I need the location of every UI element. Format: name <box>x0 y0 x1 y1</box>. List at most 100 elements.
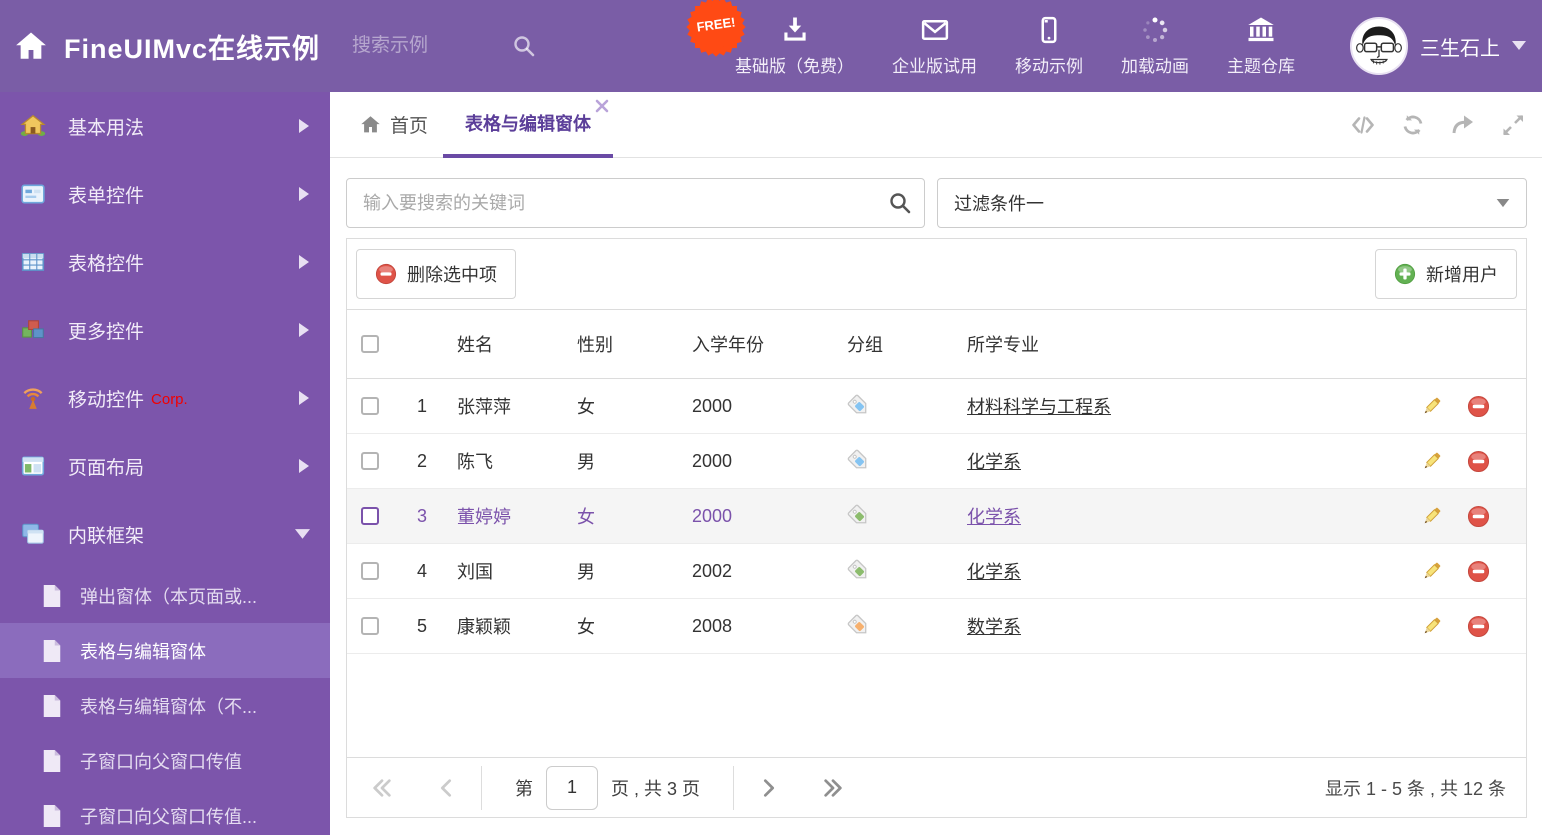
table-row[interactable]: 1 张萍萍 女 2000 材料科学与工程系 <box>347 379 1526 434</box>
search-icon[interactable] <box>512 34 536 58</box>
app-window: FineUIMvc在线示例 FREE! 基础版（免费） 企业版试用 移动示例 <box>0 0 1542 835</box>
edit-icon[interactable] <box>1420 450 1443 473</box>
delete-icon[interactable] <box>1467 615 1490 638</box>
page-label-prefix: 第 <box>515 778 533 799</box>
delete-icon[interactable] <box>1467 505 1490 528</box>
select-all-checkbox[interactable] <box>361 335 379 353</box>
brand[interactable]: FineUIMvc在线示例 <box>0 27 320 66</box>
table-row[interactable]: 2 陈飞 男 2000 化学系 <box>347 434 1526 489</box>
envelope-icon <box>921 20 948 40</box>
row-number: 3 <box>416 505 427 526</box>
row-checkbox[interactable] <box>361 507 379 525</box>
row-gender: 男 <box>577 452 595 472</box>
prev-page-button[interactable] <box>431 775 461 801</box>
tag-icon <box>847 559 871 583</box>
edit-icon[interactable] <box>1420 505 1443 528</box>
sidebar-item-more-controls[interactable]: 更多控件 <box>0 296 330 364</box>
cubes-icon <box>22 320 44 339</box>
chevron-right-icon <box>298 459 310 473</box>
table-row[interactable]: 4 刘国 男 2002 化学系 <box>347 544 1526 599</box>
major-link[interactable]: 数学系 <box>967 613 1021 639</box>
row-year: 2002 <box>692 560 733 581</box>
sidebar-item-label: 内联框架 <box>68 525 145 547</box>
sidebar-item-inline-frames[interactable]: 内联框架 <box>0 500 330 568</box>
table-row[interactable]: 5 康颖颖 女 2008 数学系 <box>347 599 1526 654</box>
nav-label: 加载动画 <box>1121 57 1189 76</box>
phone-icon <box>1041 16 1057 44</box>
row-checkbox[interactable] <box>361 562 379 580</box>
sidebar-item-page-layout[interactable]: 页面布局 <box>0 432 330 500</box>
sidebar-subitem-child-to-parent[interactable]: 子窗口向父窗口传值 <box>0 733 330 788</box>
table-row[interactable]: 3 董婷婷 女 2000 化学系 <box>347 489 1526 544</box>
nav-basic-edition[interactable]: 基础版（免费） <box>735 15 854 77</box>
major-link[interactable]: 材料科学与工程系 <box>967 393 1111 419</box>
tab-grid-edit-window[interactable]: 表格与编辑窗体 <box>443 92 614 158</box>
file-icon <box>42 695 62 717</box>
nav-enterprise-trial[interactable]: 企业版试用 <box>892 15 977 77</box>
filter-dropdown[interactable]: 过滤条件一 <box>937 178 1527 228</box>
share-icon[interactable] <box>1450 112 1476 138</box>
major-link[interactable]: 化学系 <box>967 448 1021 474</box>
major-link[interactable]: 化学系 <box>967 558 1021 584</box>
col-group: 分组 <box>847 335 883 355</box>
delete-icon[interactable] <box>1467 395 1490 418</box>
row-year: 2008 <box>692 615 733 636</box>
sidebar-subitem-grid-edit-window[interactable]: 表格与编辑窗体 <box>0 623 330 678</box>
corp-badge: Corp. <box>151 391 188 408</box>
close-icon[interactable] <box>595 99 609 113</box>
expand-icon[interactable] <box>1500 112 1526 138</box>
sidebar-item-mobile-controls[interactable]: 移动控件 Corp. <box>0 364 330 432</box>
code-icon[interactable] <box>1350 112 1376 138</box>
wireless-icon <box>23 388 43 409</box>
chevron-right-icon <box>758 777 780 799</box>
keyword-search-input[interactable] <box>346 178 925 228</box>
search-icon[interactable] <box>888 191 912 215</box>
col-actions <box>1396 310 1526 378</box>
chevron-down-icon <box>295 529 310 540</box>
double-chevron-left-icon <box>371 777 393 799</box>
edit-icon[interactable] <box>1420 615 1443 638</box>
sidebar-subitem-grid-edit-window-2[interactable]: 表格与编辑窗体（不... <box>0 678 330 733</box>
sidebar-item-basic-usage[interactable]: 基本用法 <box>0 92 330 160</box>
refresh-icon[interactable] <box>1400 112 1426 138</box>
row-checkbox[interactable] <box>361 452 379 470</box>
user-menu[interactable]: 三生石上 <box>1350 0 1526 92</box>
delete-icon[interactable] <box>1467 560 1490 583</box>
add-user-button[interactable]: 新增用户 <box>1375 249 1517 299</box>
home-icon <box>360 114 381 135</box>
edit-icon[interactable] <box>1420 395 1443 418</box>
tab-bar: 首页 表格与编辑窗体 <box>330 92 1542 158</box>
delete-selected-label: 删除选中项 <box>407 265 497 285</box>
nav-label: 基础版（免费） <box>735 57 854 76</box>
delete-icon[interactable] <box>1467 450 1490 473</box>
first-page-button[interactable] <box>367 775 397 801</box>
sidebar-item-grid-controls[interactable]: 表格控件 <box>0 228 330 296</box>
header-nav: 基础版（免费） 企业版试用 移动示例 加载动画 主题仓库 <box>735 0 1295 92</box>
tab-tools <box>1350 112 1542 138</box>
next-page-button[interactable] <box>754 775 784 801</box>
tab-home[interactable]: 首页 <box>346 111 428 138</box>
sidebar-item-form-controls[interactable]: 表单控件 <box>0 160 330 228</box>
pagination-bar: 第 页 , 共 3 页 显示 1 - 5 条 , 共 12 条 <box>347 757 1526 817</box>
row-number: 5 <box>416 615 427 636</box>
row-gender: 男 <box>577 562 595 582</box>
major-link[interactable]: 化学系 <box>967 503 1021 529</box>
row-checkbox[interactable] <box>361 397 379 415</box>
layout-icon <box>21 456 45 476</box>
nav-loading-animation[interactable]: 加载动画 <box>1121 15 1189 77</box>
sidebar-subitem-popup-window[interactable]: 弹出窗体（本页面或... <box>0 568 330 623</box>
edit-icon[interactable] <box>1420 560 1443 583</box>
form-icon <box>21 184 45 204</box>
nav-theme-repo[interactable]: 主题仓库 <box>1227 15 1295 77</box>
row-name: 陈飞 <box>457 452 493 472</box>
last-page-button[interactable] <box>818 775 848 801</box>
sidebar-item-label: 表单控件 <box>68 185 145 207</box>
sidebar-item-label: 更多控件 <box>68 321 145 343</box>
nav-mobile-demo[interactable]: 移动示例 <box>1015 15 1083 77</box>
delete-selected-button[interactable]: 删除选中项 <box>356 249 516 299</box>
row-checkbox[interactable] <box>361 617 379 635</box>
header-search-input[interactable] <box>352 35 513 57</box>
chevron-down-icon <box>1496 199 1510 208</box>
page-number-input[interactable] <box>546 765 598 810</box>
sidebar-subitem-child-to-parent-2[interactable]: 子窗口向父窗口传值... <box>0 788 330 835</box>
